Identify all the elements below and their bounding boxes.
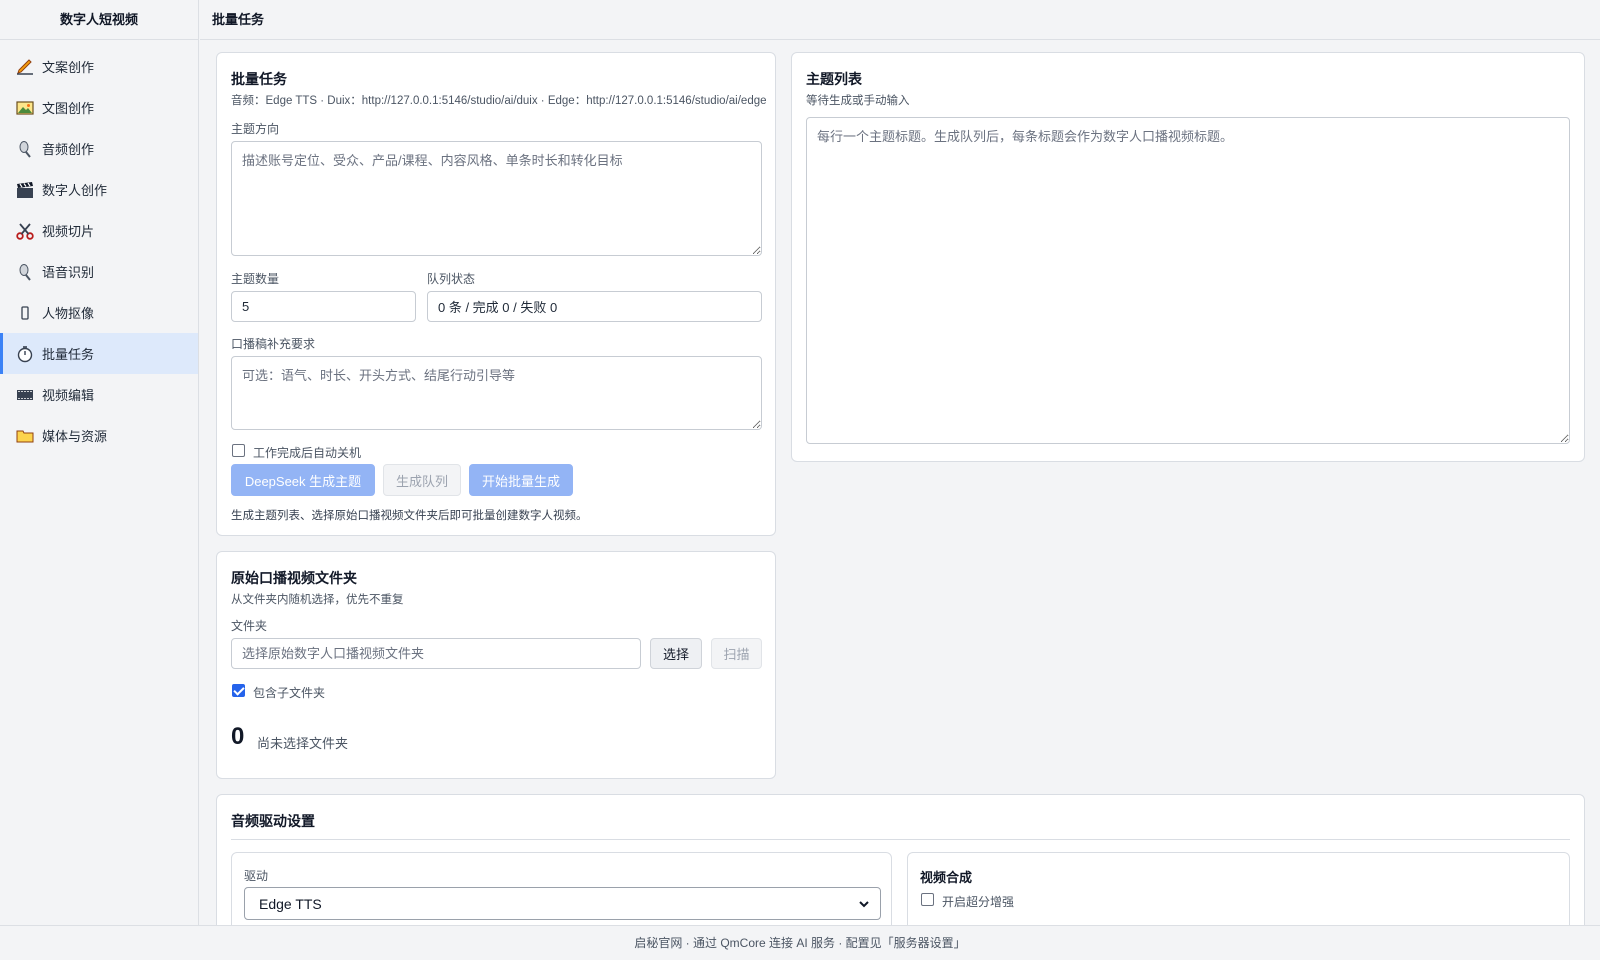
- driver-label: 驱动: [244, 869, 269, 883]
- deepseek-generate-button[interactable]: DeepSeek 生成主题: [231, 464, 375, 496]
- topic-list-title: 主题列表: [806, 71, 862, 87]
- stopwatch-icon: [15, 344, 35, 364]
- folder-icon: [15, 426, 35, 446]
- footer-text: 启秘官网 · 通过 QmCore 连接 AI 服务 · 配置见「服务器设置」: [634, 936, 966, 950]
- sidebar-item-audio[interactable]: 音频创作: [0, 128, 198, 169]
- page-title: 批量任务: [212, 12, 265, 27]
- source-folder-subtitle: 从文件夹内随机选择，优先不重复: [231, 594, 404, 606]
- microphone-icon: [15, 262, 35, 282]
- header-bar: 批量任务: [200, 0, 1600, 40]
- sidebar-item-person-matting[interactable]: 人物抠像: [0, 292, 198, 333]
- video-compose-title: 视频合成: [920, 870, 973, 885]
- scissors-icon: [15, 221, 35, 241]
- picture-icon: [15, 98, 35, 118]
- folder-path-input[interactable]: [231, 638, 641, 669]
- driver-select-value: Edge TTS: [259, 895, 322, 912]
- topic-list-card: 主题列表 等待生成或手动输入: [791, 52, 1585, 462]
- sidebar-item-video-editing[interactable]: 视频编辑: [0, 374, 198, 415]
- sidebar-item-image-text[interactable]: 文图创作: [0, 87, 198, 128]
- sidebar-item-video-slicing[interactable]: 视频切片: [0, 210, 198, 251]
- include-subfolders-checkbox[interactable]: [232, 684, 245, 697]
- topic-count-input[interactable]: [231, 291, 416, 322]
- auto-shutdown-checkbox[interactable]: [232, 444, 245, 457]
- sidebar: 数字人短视频 文案创作 文图创作 音频创作 数字人创作 视频切片 语音识别 人物…: [0, 0, 199, 925]
- batch-task-card: 批量任务 音频：Edge TTS · Duix：http://127.0.0.1…: [216, 52, 776, 536]
- sidebar-item-label: 语音识别: [42, 265, 95, 280]
- audio-drive-title: 音频驱动设置: [231, 813, 315, 829]
- sidebar-item-speech-recognition[interactable]: 语音识别: [0, 251, 198, 292]
- folder-status-text: 尚未选择文件夹: [257, 736, 349, 751]
- sidebar-nav: 文案创作 文图创作 音频创作 数字人创作 视频切片 语音识别 人物抠像 批量任务…: [0, 40, 198, 456]
- audio-drive-divider: [231, 839, 1570, 840]
- folder-label: 文件夹: [231, 619, 268, 633]
- microphone-icon: [15, 139, 35, 159]
- film-icon: [15, 385, 35, 405]
- include-subfolders-label: 包含子文件夹: [253, 686, 326, 700]
- sidebar-item-label: 人物抠像: [42, 306, 95, 321]
- sidebar-item-label: 音频创作: [42, 142, 95, 157]
- video-count: 0: [231, 723, 245, 750]
- script-extra-label: 口播稿补充要求: [231, 337, 316, 351]
- source-folder-card: 原始口播视频文件夹 从文件夹内随机选择，优先不重复 文件夹 选择 扫描 包含子文…: [216, 551, 776, 779]
- chevron-down-icon: [858, 897, 870, 913]
- pencil-icon: [15, 57, 35, 77]
- batch-hint-text: 生成主题列表、选择原始口播视频文件夹后即可批量创建数字人视频。: [231, 510, 588, 522]
- sidebar-item-label: 文图创作: [42, 101, 95, 116]
- superres-checkbox[interactable]: [921, 893, 934, 906]
- generate-queue-button[interactable]: 生成队列: [383, 464, 461, 496]
- scan-folder-button[interactable]: 扫描: [711, 638, 762, 669]
- audio-drive-card: 音频驱动设置 驱动 Edge TTS 视频合成 开启超分增强: [216, 794, 1585, 944]
- sidebar-item-digital-human[interactable]: 数字人创作: [0, 169, 198, 210]
- queue-status-label: 队列状态: [427, 272, 476, 286]
- sidebar-item-media-resources[interactable]: 媒体与资源: [0, 415, 198, 456]
- auto-shutdown-label: 工作完成后自动关机: [253, 446, 362, 460]
- batch-card-subtitle: 音频：Edge TTS · Duix：http://127.0.0.1:5146…: [231, 95, 767, 107]
- sidebar-item-label: 视频编辑: [42, 388, 95, 403]
- source-folder-title: 原始口播视频文件夹: [231, 570, 357, 586]
- footer-bar: 启秘官网 · 通过 QmCore 连接 AI 服务 · 配置见「服务器设置」: [0, 925, 1600, 960]
- person-icon: [15, 303, 35, 323]
- clapperboard-icon: [15, 180, 35, 200]
- sidebar-item-label: 视频切片: [42, 224, 95, 239]
- topic-list-subtitle: 等待生成或手动输入: [806, 95, 910, 107]
- start-batch-button[interactable]: 开始批量生成: [469, 464, 573, 496]
- sidebar-item-label: 数字人创作: [42, 183, 108, 198]
- sidebar-item-label: 批量任务: [42, 347, 95, 362]
- select-folder-button[interactable]: 选择: [650, 638, 702, 669]
- batch-card-title: 批量任务: [231, 71, 287, 87]
- topic-direction-input[interactable]: [231, 141, 762, 256]
- topic-list-textarea[interactable]: [806, 117, 1570, 444]
- script-extra-input[interactable]: [231, 356, 762, 430]
- sidebar-item-label: 文案创作: [42, 60, 95, 75]
- superres-label: 开启超分增强: [942, 895, 1015, 909]
- queue-status-field: [427, 291, 762, 322]
- topic-direction-label: 主题方向: [231, 122, 280, 136]
- sidebar-item-copywriting[interactable]: 文案创作: [0, 46, 198, 87]
- sidebar-item-batch-tasks[interactable]: 批量任务: [0, 333, 198, 374]
- sidebar-item-label: 媒体与资源: [42, 429, 108, 444]
- topic-count-label: 主题数量: [231, 272, 280, 286]
- app-title: 数字人短视频: [0, 0, 198, 40]
- driver-select[interactable]: Edge TTS: [244, 887, 881, 920]
